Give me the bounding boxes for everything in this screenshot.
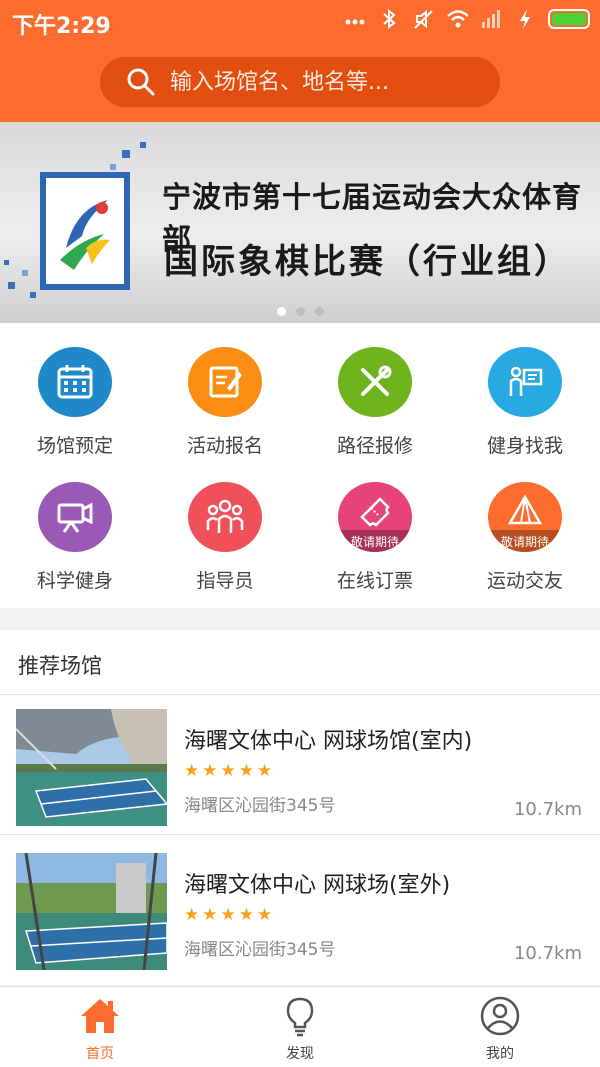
signal-icon [480, 8, 502, 30]
grid-item-activity-signup[interactable]: 活动报名 [150, 323, 300, 458]
status-icons [344, 8, 590, 30]
battery-icon [548, 9, 590, 29]
star-icon: ★ [220, 905, 236, 925]
nav-discover[interactable]: 发现 [200, 987, 400, 1067]
calendar-icon [38, 347, 112, 417]
tent-icon: 敬请期待 [488, 482, 562, 552]
bulb-icon [286, 997, 314, 1037]
coming-soon-badge: 敬请期待 [488, 530, 562, 552]
star-icon: ★ [257, 905, 273, 925]
search-icon [127, 68, 155, 96]
tools-icon [338, 347, 412, 417]
nav-label: 首页 [86, 1046, 114, 1062]
venue-thumbnail [16, 709, 167, 826]
nav-mine[interactable]: 我的 [400, 987, 600, 1067]
grid-item-sports-friends[interactable]: 敬请期待 运动交友 [450, 458, 600, 593]
grid-item-venue-booking[interactable]: 场馆预定 [0, 323, 150, 458]
grid-item-path-repair[interactable]: 路径报修 [300, 323, 450, 458]
rating-stars: ★ ★ ★ ★ ★ [184, 761, 272, 781]
grid-item-online-ticket[interactable]: 敬请期待 在线订票 [300, 458, 450, 593]
bottom-nav: 首页 发现 我的 [0, 986, 600, 1067]
recommended-venues: 推荐场馆 海曙文体中心 网球场馆(室内) ★ ★ ★ ★ ★ 海曙区沁园街345号 10… [0, 630, 600, 985]
banner-carousel[interactable]: 宁波市第十七届运动会大众体育部 国际象棋比赛（行业组） [0, 122, 600, 323]
group-icon [188, 482, 262, 552]
venue-card[interactable]: 海曙文体中心 网球场(室外) ★ ★ ★ ★ ★ 海曙区沁园街345号 10.7km [0, 839, 600, 979]
bluetooth-icon [378, 8, 400, 30]
grid-label: 运动交友 [486, 570, 563, 592]
event-logo [40, 172, 130, 290]
function-grid: 场馆预定 活动报名 路径报修 健身找我 科学健身 指导员 敬请期待 在线订票 敬… [0, 323, 600, 608]
venue-address: 海曙区沁园街345号 [184, 940, 336, 960]
grid-label: 在线订票 [336, 570, 413, 592]
coming-soon-badge: 敬请期待 [338, 530, 412, 552]
star-icon: ★ [257, 761, 273, 781]
carousel-dot[interactable] [276, 307, 286, 316]
venue-distance: 10.7km [513, 943, 582, 964]
grid-label: 科学健身 [36, 570, 113, 592]
rating-stars: ★ ★ ★ ★ ★ [184, 905, 272, 925]
star-icon: ★ [238, 905, 254, 925]
nav-label: 发现 [286, 1046, 314, 1062]
home-icon [81, 999, 119, 1033]
charging-icon [514, 8, 536, 30]
star-icon: ★ [220, 761, 236, 781]
user-icon [480, 996, 520, 1036]
star-icon: ★ [184, 905, 200, 925]
more-icon [344, 8, 366, 30]
star-icon: ★ [238, 761, 254, 781]
venue-thumbnail [16, 853, 167, 970]
grid-item-science-fitness[interactable]: 科学健身 [0, 458, 150, 593]
grid-item-fitness-find[interactable]: 健身找我 [450, 323, 600, 458]
app-header: 下午2:29 [0, 0, 600, 122]
search-bar[interactable] [100, 57, 500, 107]
search-input[interactable] [170, 69, 470, 95]
carousel-dot[interactable] [295, 307, 305, 316]
carousel-dot[interactable] [314, 307, 324, 316]
grid-label: 指导员 [196, 570, 254, 592]
carousel-indicator [0, 307, 600, 316]
status-bar: 下午2:29 [0, 0, 600, 44]
edit-icon [188, 347, 262, 417]
star-icon: ★ [202, 761, 218, 781]
grid-item-instructor[interactable]: 指导员 [150, 458, 300, 593]
status-time: 下午2:29 [12, 14, 111, 39]
banner-subtitle: 国际象棋比赛（行业组） [164, 242, 571, 282]
venue-card[interactable]: 海曙文体中心 网球场馆(室内) ★ ★ ★ ★ ★ 海曙区沁园街345号 10.7km [0, 695, 600, 835]
mute-icon [412, 8, 434, 30]
section-title: 推荐场馆 [18, 654, 102, 678]
grid-label: 路径报修 [336, 435, 413, 457]
nav-label: 我的 [486, 1046, 514, 1062]
star-icon: ★ [184, 761, 200, 781]
nav-home[interactable]: 首页 [0, 987, 200, 1067]
venue-address: 海曙区沁园街345号 [184, 796, 336, 816]
projector-icon [38, 482, 112, 552]
venue-distance: 10.7km [513, 799, 582, 820]
grid-label: 场馆预定 [36, 435, 113, 457]
grid-label: 活动报名 [186, 435, 263, 457]
star-icon: ★ [202, 905, 218, 925]
grid-label: 健身找我 [486, 435, 563, 457]
venue-name: 海曙文体中心 网球场(室外) [184, 873, 451, 898]
coach-icon [488, 347, 562, 417]
venue-name: 海曙文体中心 网球场馆(室内) [184, 729, 473, 754]
divider [0, 834, 600, 835]
ticket-icon: 敬请期待 [338, 482, 412, 552]
wifi-icon [446, 8, 468, 30]
